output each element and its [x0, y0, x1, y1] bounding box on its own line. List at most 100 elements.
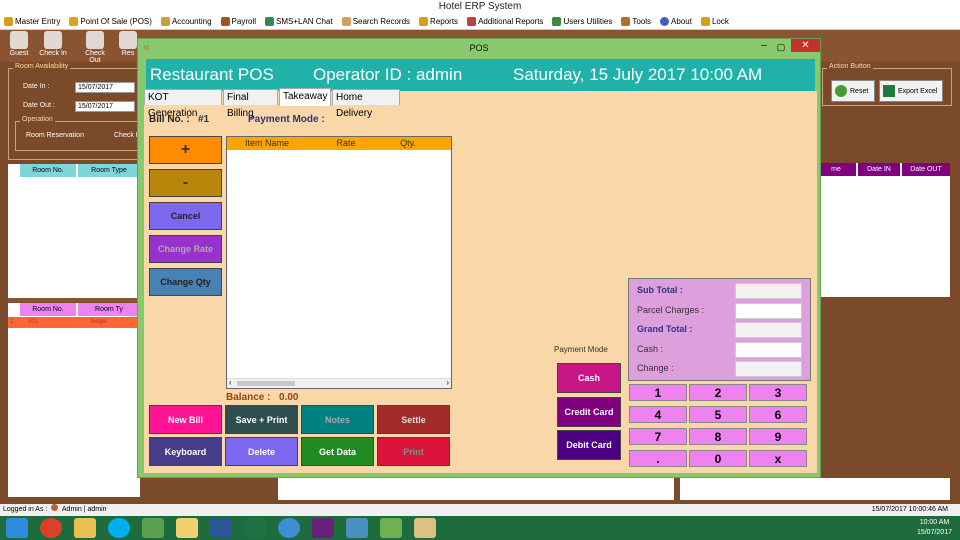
- key-4[interactable]: 4: [629, 406, 687, 423]
- date-out-field[interactable]: 15/07/2017: [75, 101, 135, 112]
- excel-icon[interactable]: [244, 518, 266, 538]
- scroll-thumb[interactable]: [237, 381, 295, 386]
- grid-header-room-type: Room Type: [78, 164, 140, 177]
- change-field[interactable]: [735, 361, 802, 377]
- table-row[interactable]: 1 101 Single: [8, 317, 140, 328]
- reservation-icon: [119, 31, 137, 49]
- grand-total-field[interactable]: [735, 322, 802, 338]
- reset-button[interactable]: Reset: [831, 80, 875, 102]
- scroll-right-icon[interactable]: ›: [446, 378, 449, 387]
- add-item-button[interactable]: +: [149, 136, 222, 164]
- reservation-button[interactable]: Res: [118, 31, 138, 57]
- change-rate-button[interactable]: Change Rate: [149, 235, 222, 263]
- visual-studio-icon[interactable]: [312, 518, 334, 538]
- key-clear[interactable]: x: [749, 450, 807, 467]
- cash-button[interactable]: Cash: [557, 363, 621, 393]
- start-icon[interactable]: [6, 518, 28, 538]
- key-8[interactable]: 8: [689, 428, 747, 445]
- settle-button[interactable]: Settle: [377, 405, 450, 434]
- skype-icon[interactable]: [108, 518, 130, 538]
- key-9[interactable]: 9: [749, 428, 807, 445]
- payment-mode-label: Payment Mode :: [248, 114, 325, 125]
- menu-users-utilities[interactable]: Users Utilities: [552, 17, 612, 26]
- keyboard-button[interactable]: Keyboard: [149, 437, 222, 466]
- menu-reports[interactable]: Reports: [419, 17, 458, 26]
- items-table[interactable]: Item Name Rate Qty. ‹ ›: [226, 136, 452, 389]
- menu-sms-chat[interactable]: SMS+LAN Chat: [264, 17, 333, 26]
- key-3[interactable]: 3: [749, 384, 807, 401]
- new-bill-button[interactable]: New Bill: [149, 405, 222, 434]
- clock[interactable]: 10:00 AM 15/07/2017: [917, 518, 952, 538]
- menu-search-records[interactable]: Search Records: [341, 17, 410, 26]
- key-7[interactable]: 7: [629, 428, 687, 445]
- chrome-icon[interactable]: [40, 518, 62, 538]
- key-0[interactable]: 0: [689, 450, 747, 467]
- user-icon: [51, 504, 59, 511]
- print-button[interactable]: Print: [377, 437, 450, 466]
- menu-accounting[interactable]: Accounting: [160, 17, 212, 26]
- bottom-grid-right: [680, 478, 950, 500]
- credit-card-button[interactable]: Credit Card: [557, 397, 621, 427]
- sub-total-field[interactable]: [735, 283, 802, 299]
- export-excel-button[interactable]: Export Excel: [879, 80, 943, 102]
- menu-master-entry[interactable]: Master Entry: [4, 17, 60, 26]
- remove-item-button[interactable]: -: [149, 169, 222, 197]
- check-out-button[interactable]: Check Out: [80, 31, 110, 64]
- save-print-button[interactable]: Save + Print: [225, 405, 298, 434]
- app-icon[interactable]: [142, 518, 164, 538]
- menu-payroll[interactable]: Payroll: [220, 17, 256, 26]
- globe-icon[interactable]: [278, 518, 300, 538]
- scroll-left-icon[interactable]: ‹: [229, 378, 232, 387]
- menu-pos[interactable]: Point Of Sale (POS): [69, 17, 152, 26]
- guest-button[interactable]: Guest: [4, 31, 34, 57]
- coins-icon: [160, 17, 170, 26]
- check-in-button[interactable]: Check In: [38, 31, 68, 57]
- menu-tools[interactable]: Tools: [621, 17, 651, 26]
- menu-lock[interactable]: Lock: [700, 17, 729, 26]
- change-qty-button[interactable]: Change Qty: [149, 268, 222, 296]
- explorer-icon[interactable]: [74, 518, 96, 538]
- pos-body: KOT Generation Final Billing Takeaway Ho…: [144, 88, 817, 473]
- menu-about[interactable]: About: [660, 17, 692, 26]
- room-grid[interactable]: Room No. Room Type: [8, 164, 140, 298]
- parcel-charges-field[interactable]: [735, 303, 802, 319]
- grid-header-date-in: Date IN: [858, 163, 900, 176]
- image-icon[interactable]: [346, 518, 368, 538]
- menu-additional-reports[interactable]: Additional Reports: [467, 17, 543, 26]
- pos-app-icon[interactable]: [414, 518, 436, 538]
- info-icon: [660, 17, 670, 26]
- maximize-button[interactable]: ▢: [775, 41, 787, 53]
- occupied-grid[interactable]: Room No. Room Ty 1 101 Single: [8, 303, 140, 497]
- room-reservation-radio[interactable]: Room Reservation: [26, 132, 84, 139]
- date-out-label: Date Out :: [23, 102, 55, 109]
- hotel-app-icon[interactable]: [380, 518, 402, 538]
- key-1[interactable]: 1: [629, 384, 687, 401]
- person-icon: [220, 17, 230, 26]
- check-in-radio[interactable]: Check I: [114, 132, 138, 139]
- cart-icon: [69, 17, 79, 26]
- key-5[interactable]: 5: [689, 406, 747, 423]
- word-icon[interactable]: [210, 518, 232, 538]
- notes-button[interactable]: Notes: [301, 405, 374, 434]
- key-6[interactable]: 6: [749, 406, 807, 423]
- key-2[interactable]: 2: [689, 384, 747, 401]
- key-dot[interactable]: .: [629, 450, 687, 467]
- booking-grid[interactable]: me Date IN Date OUT: [816, 163, 950, 297]
- debit-card-button[interactable]: Debit Card: [557, 430, 621, 460]
- grid-header-name: me: [816, 163, 856, 176]
- cash-field[interactable]: [735, 342, 802, 358]
- delete-button[interactable]: Delete: [225, 437, 298, 466]
- cancel-button[interactable]: Cancel: [149, 202, 222, 230]
- get-data-button[interactable]: Get Data: [301, 437, 374, 466]
- minimize-button[interactable]: ‒: [758, 41, 770, 53]
- date-in-label: Date In :: [23, 83, 50, 90]
- folder-icon[interactable]: [176, 518, 198, 538]
- tab-home-delivery[interactable]: Home Delivery: [332, 89, 400, 119]
- date-in-field[interactable]: 15/07/2017: [75, 82, 135, 93]
- close-button[interactable]: ✕: [791, 39, 820, 52]
- grid2-header-room-type: Room Ty: [78, 303, 140, 316]
- horizontal-scrollbar[interactable]: ‹ ›: [227, 378, 451, 388]
- tab-takeaway[interactable]: Takeaway: [279, 88, 331, 106]
- tab-final-billing[interactable]: Final Billing: [223, 89, 278, 119]
- tab-kot-generation[interactable]: KOT Generation: [144, 89, 222, 119]
